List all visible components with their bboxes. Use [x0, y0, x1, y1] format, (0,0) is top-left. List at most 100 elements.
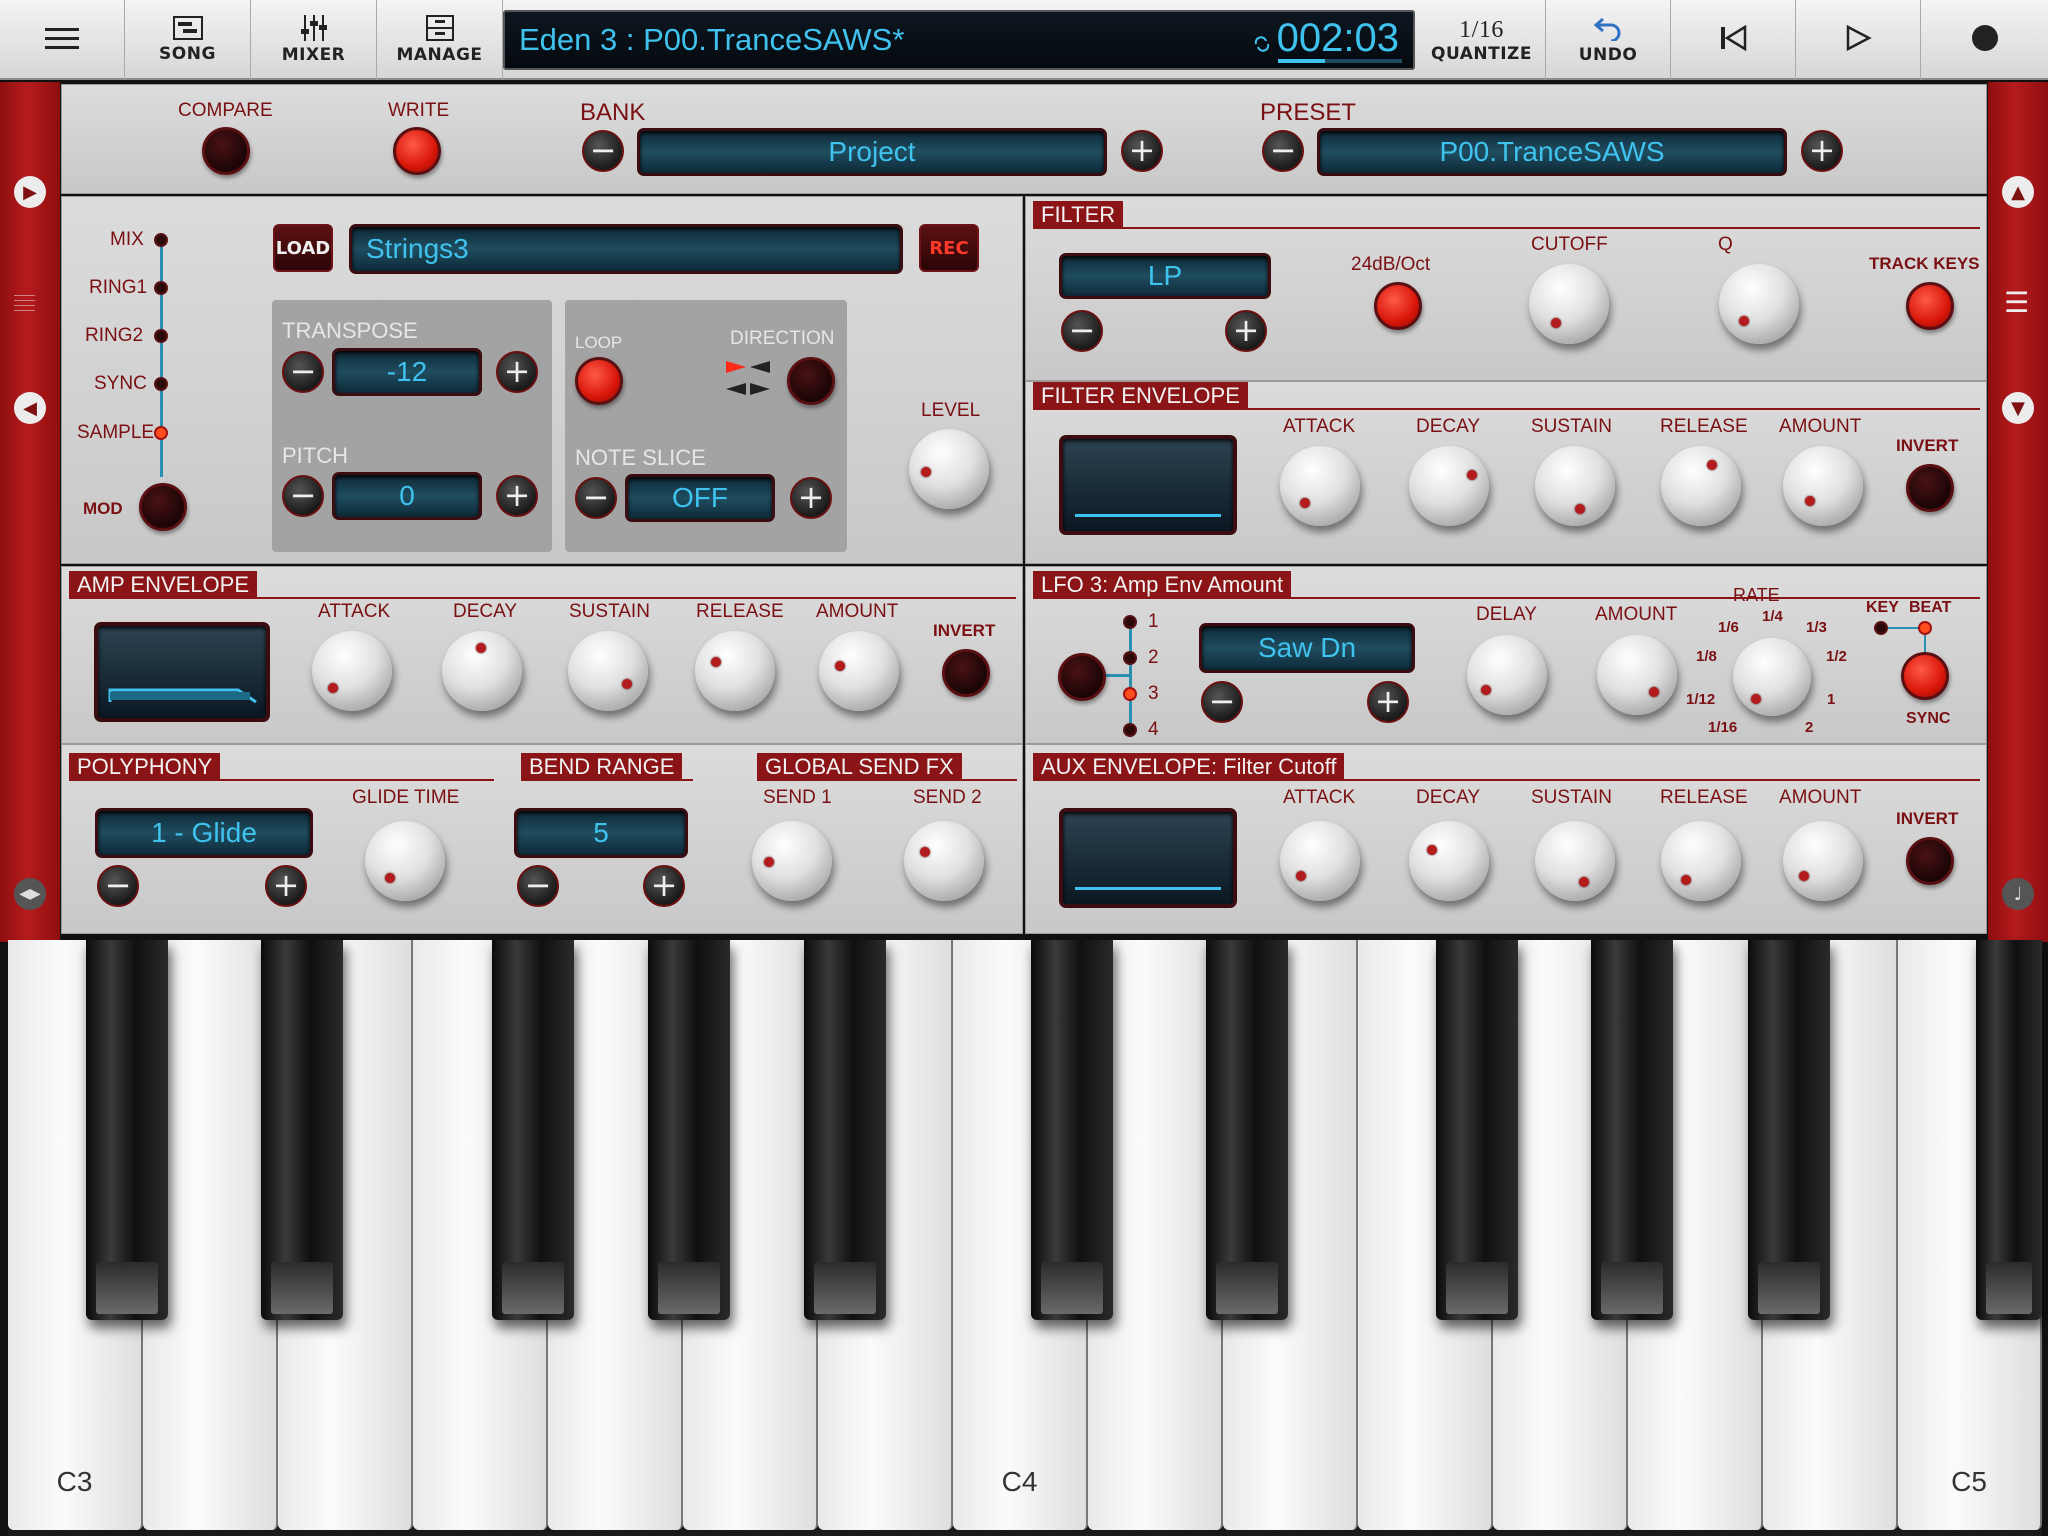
amp-envelope-graph[interactable]	[94, 622, 270, 722]
mixer-button[interactable]: MIXER	[251, 0, 377, 80]
lfo-rate-knob[interactable]	[1733, 638, 1811, 716]
list-icon[interactable]: ☰	[2004, 286, 2029, 319]
menu-button[interactable]	[0, 0, 125, 80]
up-arrow-icon[interactable]: ▲	[2002, 176, 2034, 208]
send2-knob[interactable]	[904, 821, 984, 901]
bank-display[interactable]: Project	[637, 128, 1107, 176]
note-slice-display[interactable]: OFF	[625, 474, 775, 522]
undo-button[interactable]: UNDO	[1546, 0, 1671, 80]
sync-button[interactable]	[1901, 652, 1949, 700]
black-key[interactable]	[261, 940, 343, 1320]
black-key[interactable]	[648, 940, 730, 1320]
load-button[interactable]: LOAD	[273, 224, 333, 272]
sample-name-display[interactable]: Strings3	[349, 224, 903, 274]
key-radio[interactable]	[1874, 621, 1888, 635]
aux-envelope-graph[interactable]	[1059, 808, 1237, 908]
lfo-waveform-display[interactable]: Saw Dn	[1199, 623, 1415, 673]
bend-range-display[interactable]: 5	[514, 808, 688, 858]
note-slice-plus-button[interactable]: +	[790, 477, 832, 519]
amp-invert-button[interactable]	[942, 649, 990, 697]
transpose-plus-button[interactable]: +	[496, 351, 538, 393]
aux-amount-knob[interactable]	[1783, 821, 1863, 901]
aux-decay-knob[interactable]	[1409, 821, 1489, 901]
lfo-1-radio[interactable]	[1123, 615, 1137, 629]
amp-decay-knob[interactable]	[442, 631, 522, 711]
mode-mix-radio[interactable]	[154, 233, 168, 247]
note-icon[interactable]: ♩	[2002, 878, 2034, 910]
compare-button[interactable]	[202, 127, 250, 175]
filter-release-knob[interactable]	[1661, 446, 1741, 526]
filter-type-plus-button[interactable]: +	[1225, 310, 1267, 352]
lfo-waveform-minus-button[interactable]: −	[1201, 681, 1243, 723]
mod-button[interactable]	[139, 483, 187, 531]
loop-button[interactable]	[575, 357, 623, 405]
record-button[interactable]	[1921, 0, 2048, 80]
preset-minus-button[interactable]: −	[1262, 130, 1304, 172]
rec-button[interactable]: REC	[919, 224, 979, 272]
preset-display[interactable]: P00.TranceSAWS	[1317, 128, 1787, 176]
level-knob[interactable]	[909, 429, 989, 509]
lfo-delay-knob[interactable]	[1467, 635, 1547, 715]
filter-type-display[interactable]: LP	[1059, 253, 1271, 299]
aux-sustain-knob[interactable]	[1535, 821, 1615, 901]
piano-icon[interactable]: 𝄙	[14, 287, 35, 318]
polyphony-minus-button[interactable]: −	[97, 865, 139, 907]
filter-amount-knob[interactable]	[1783, 446, 1863, 526]
write-button[interactable]	[393, 127, 441, 175]
polyphony-plus-button[interactable]: +	[265, 865, 307, 907]
filter-decay-knob[interactable]	[1409, 446, 1489, 526]
polyphony-display[interactable]: 1 - Glide	[95, 808, 313, 858]
song-display[interactable]: Eden 3 : P00.TranceSAWS* 002:03	[503, 10, 1415, 70]
lfo-waveform-plus-button[interactable]: +	[1367, 681, 1409, 723]
glide-time-knob[interactable]	[365, 821, 445, 901]
pitch-minus-button[interactable]: −	[282, 475, 324, 517]
play-arrow-icon[interactable]: ▶	[14, 176, 46, 208]
black-key[interactable]	[1031, 940, 1113, 1320]
cutoff-knob[interactable]	[1529, 264, 1609, 344]
lfo-select-button[interactable]	[1058, 653, 1106, 701]
amp-sustain-knob[interactable]	[568, 631, 648, 711]
amp-release-knob[interactable]	[695, 631, 775, 711]
amp-attack-knob[interactable]	[312, 631, 392, 711]
filter-invert-button[interactable]	[1906, 464, 1954, 512]
swap-icon[interactable]: ◀▶	[14, 878, 46, 910]
black-key[interactable]	[492, 940, 574, 1320]
black-key[interactable]	[1436, 940, 1518, 1320]
filter-type-minus-button[interactable]: −	[1061, 310, 1103, 352]
q-knob[interactable]	[1719, 264, 1799, 344]
preset-plus-button[interactable]: +	[1801, 130, 1843, 172]
bend-range-plus-button[interactable]: +	[643, 865, 685, 907]
black-key[interactable]	[804, 940, 886, 1320]
amp-amount-knob[interactable]	[819, 631, 899, 711]
mode-ring2-radio[interactable]	[154, 329, 168, 343]
song-button[interactable]: SONG	[125, 0, 251, 80]
lfo-4-radio[interactable]	[1123, 723, 1137, 737]
aux-attack-knob[interactable]	[1280, 821, 1360, 901]
filter-sustain-knob[interactable]	[1535, 446, 1615, 526]
slope-button[interactable]	[1374, 282, 1422, 330]
filter-envelope-graph[interactable]	[1059, 435, 1237, 535]
black-key[interactable]	[1206, 940, 1288, 1320]
back-arrow-icon[interactable]: ◀	[14, 392, 46, 424]
mode-sample-radio[interactable]	[154, 426, 168, 440]
mode-ring1-radio[interactable]	[154, 281, 168, 295]
send1-knob[interactable]	[752, 821, 832, 901]
play-button[interactable]	[1796, 0, 1921, 80]
pitch-display[interactable]: 0	[332, 472, 482, 520]
lfo-2-radio[interactable]	[1123, 651, 1137, 665]
piano-keyboard[interactable]: C3 C4 C5	[8, 940, 2042, 1536]
black-key[interactable]	[1976, 940, 2042, 1320]
note-slice-minus-button[interactable]: −	[575, 477, 617, 519]
mode-sync-radio[interactable]	[154, 377, 168, 391]
bank-minus-button[interactable]: −	[582, 130, 624, 172]
transpose-minus-button[interactable]: −	[282, 351, 324, 393]
quantize-button[interactable]: 1/16 QUANTIZE	[1418, 0, 1546, 80]
black-key[interactable]	[1748, 940, 1830, 1320]
black-key[interactable]	[86, 940, 168, 1320]
direction-button[interactable]	[787, 357, 835, 405]
filter-attack-knob[interactable]	[1280, 446, 1360, 526]
pitch-plus-button[interactable]: +	[496, 475, 538, 517]
beat-radio[interactable]	[1918, 621, 1932, 635]
aux-release-knob[interactable]	[1661, 821, 1741, 901]
transpose-display[interactable]: -12	[332, 348, 482, 396]
